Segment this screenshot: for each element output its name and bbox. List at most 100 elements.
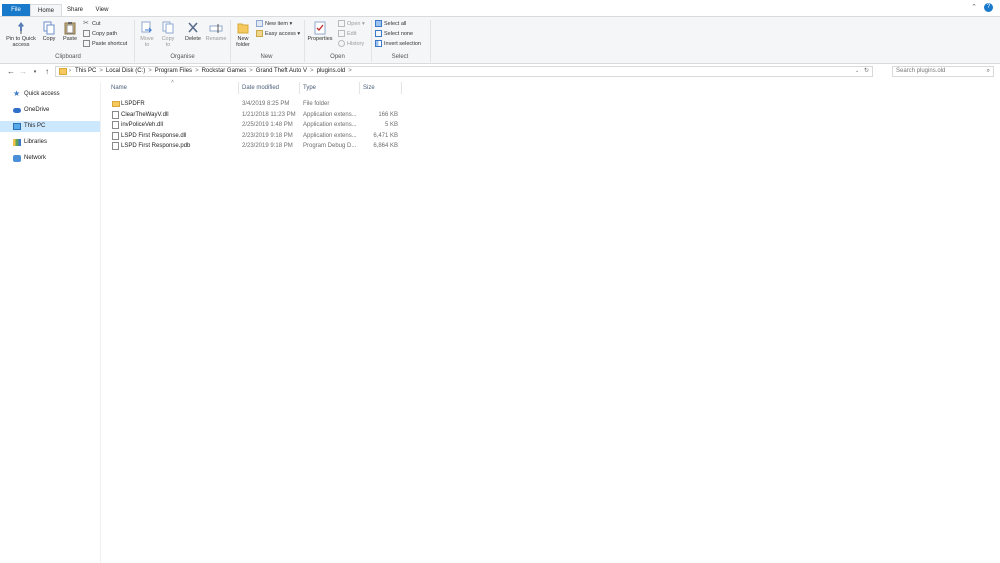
column-divider[interactable]	[401, 82, 402, 94]
file-row[interactable]: LSPDFR 3/4/2019 8:25 PM File folder	[108, 99, 401, 109]
breadcrumb-item[interactable]: Program Files	[155, 68, 192, 74]
nav-item-quick-access[interactable]: ★ Quick access	[0, 89, 100, 100]
delete-button[interactable]: Delete	[183, 21, 203, 42]
paste-icon	[64, 22, 76, 35]
column-header-name[interactable]: Name	[111, 83, 236, 93]
tab-home[interactable]: Home	[30, 4, 62, 16]
file-row[interactable]: LSPD First Response.pdb 2/23/2019 9:18 PM…	[108, 141, 401, 151]
breadcrumb-separator-icon[interactable]: >	[249, 68, 253, 74]
invert-selection-button[interactable]: Invert selection	[375, 40, 421, 49]
file-row[interactable]: LSPD First Response.dll 2/23/2019 9:18 PM…	[108, 131, 401, 141]
pin-to-quick-access-button[interactable]: Pin to Quick access	[3, 21, 39, 48]
file-row[interactable]: ClearTheWayV.dll 1/21/2018 11:23 PM Applic…	[108, 110, 401, 120]
column-divider[interactable]	[238, 82, 239, 94]
file-row[interactable]: invPoliceVeh.dll 2/25/2019 1:48 PM Applica…	[108, 120, 401, 130]
edit-button[interactable]: Edit	[338, 30, 356, 39]
column-divider[interactable]	[299, 82, 300, 94]
breadcrumb-item[interactable]: This PC	[75, 68, 96, 74]
search-placeholder: Search plugins.old	[896, 68, 946, 74]
address-bar[interactable]: › This PC > Local Disk (C:) > Program Files >…	[55, 66, 873, 77]
file-name: LSPDFR	[121, 101, 145, 107]
file-date: 3/4/2019 8:25 PM	[242, 101, 290, 107]
rename-icon	[209, 24, 223, 33]
column-header-type[interactable]: Type	[303, 83, 358, 93]
help-icon[interactable]: ?	[984, 3, 993, 12]
clipboard-group-label: Clipboard	[55, 54, 81, 60]
properties-label: Properties	[307, 36, 333, 42]
select-all-button[interactable]: Select all	[375, 20, 406, 29]
column-header-size[interactable]: Size	[363, 83, 399, 93]
breadcrumb-separator-icon[interactable]: >	[195, 68, 199, 74]
open-label: Open	[347, 21, 361, 27]
tab-share[interactable]: Share	[62, 4, 88, 16]
folder-icon	[112, 101, 120, 107]
address-dropdown-icon[interactable]: ⌄	[855, 67, 859, 76]
copy-button[interactable]: Copy	[40, 21, 58, 42]
breadcrumb-separator-icon[interactable]: >	[148, 68, 152, 74]
rename-button[interactable]: Rename	[205, 21, 227, 42]
copy-path-button[interactable]: Copy path	[83, 30, 117, 39]
open-button[interactable]: Open ▾	[338, 20, 365, 29]
file-type: Application extens...	[303, 132, 357, 139]
new-item-label: New item	[265, 21, 288, 27]
tab-view[interactable]: View	[88, 4, 116, 16]
file-size: 166 KB	[378, 111, 398, 118]
select-none-button[interactable]: Select none	[375, 30, 413, 39]
file-type: Application extens...	[303, 122, 357, 128]
new-item-button[interactable]: New item ▾	[256, 20, 292, 29]
copy-to-button[interactable]: Copy to	[159, 21, 177, 48]
breadcrumb-item[interactable]: Grand Theft Auto V	[256, 68, 307, 74]
paste-label: Paste	[62, 36, 78, 42]
ribbon: Pin to Quick access Copy Paste ✂ Cut Copy…	[0, 16, 1000, 64]
select-all-label: Select all	[384, 21, 407, 27]
cut-button[interactable]: ✂ Cut	[83, 20, 101, 29]
minimize-ribbon-icon[interactable]: ⌃	[970, 4, 978, 12]
computer-icon	[13, 123, 21, 130]
breadcrumb-separator-icon[interactable]: >	[348, 68, 352, 74]
back-arrow-icon[interactable]: ←	[6, 67, 16, 77]
delete-label: Delete	[185, 36, 201, 42]
breadcrumb-item[interactable]: plugins.old	[317, 68, 346, 74]
paste-button[interactable]: Paste	[60, 21, 80, 42]
edit-label: Edit	[347, 31, 357, 37]
breadcrumb-separator-icon[interactable]: >	[310, 68, 314, 74]
copy-path-icon	[83, 30, 90, 38]
nav-item-network[interactable]: Network	[0, 153, 100, 164]
breadcrumb-separator-icon[interactable]: >	[99, 68, 103, 74]
column-header-date-modified[interactable]: Date modified	[242, 83, 300, 93]
move-to-button[interactable]: Move to	[138, 21, 156, 48]
file-type: Program Debug D...	[303, 143, 357, 149]
file-size: 5 KB	[384, 122, 398, 128]
column-divider[interactable]	[359, 82, 360, 94]
nav-item-label: Libraries	[24, 139, 48, 145]
paste-shortcut-label: Paste shortcut	[92, 41, 128, 47]
file-date: 1/21/2018 11:23 PM	[242, 111, 296, 118]
nav-item-libraries[interactable]: Libraries	[0, 137, 100, 148]
select-group-label: Select	[391, 54, 409, 60]
copy-to-icon	[162, 21, 174, 34]
paste-shortcut-button[interactable]: Paste shortcut	[83, 40, 127, 49]
pin-icon	[18, 22, 24, 34]
up-arrow-icon[interactable]: ↑	[42, 67, 52, 77]
recent-locations-chevron-icon[interactable]: ▾	[30, 67, 40, 77]
breadcrumb-item[interactable]: Rockstar Games	[202, 68, 247, 74]
easy-access-button[interactable]: Easy access ▾	[256, 30, 300, 39]
new-folder-button[interactable]: New folder	[233, 21, 253, 48]
copy-icon	[43, 21, 55, 35]
file-icon	[112, 110, 119, 119]
new-item-icon	[256, 20, 263, 28]
properties-button[interactable]: Properties	[306, 21, 334, 42]
copy-label: Copy	[42, 36, 56, 42]
tab-file[interactable]: File	[2, 4, 30, 16]
search-input[interactable]: Search plugins.old ⌕	[892, 66, 994, 77]
history-button[interactable]: History	[338, 40, 364, 49]
breadcrumb-item[interactable]: Local Disk (C:)	[106, 68, 145, 74]
nav-item-onedrive[interactable]: OneDrive	[0, 105, 100, 116]
open-icon	[338, 20, 345, 28]
select-none-label: Select none	[384, 31, 414, 37]
cut-label: Cut	[92, 21, 101, 27]
delete-x-icon	[188, 22, 198, 33]
refresh-icon[interactable]: ↻	[864, 67, 869, 76]
nav-item-this-pc[interactable]: This PC	[0, 121, 100, 132]
forward-arrow-icon[interactable]: →	[18, 67, 28, 77]
